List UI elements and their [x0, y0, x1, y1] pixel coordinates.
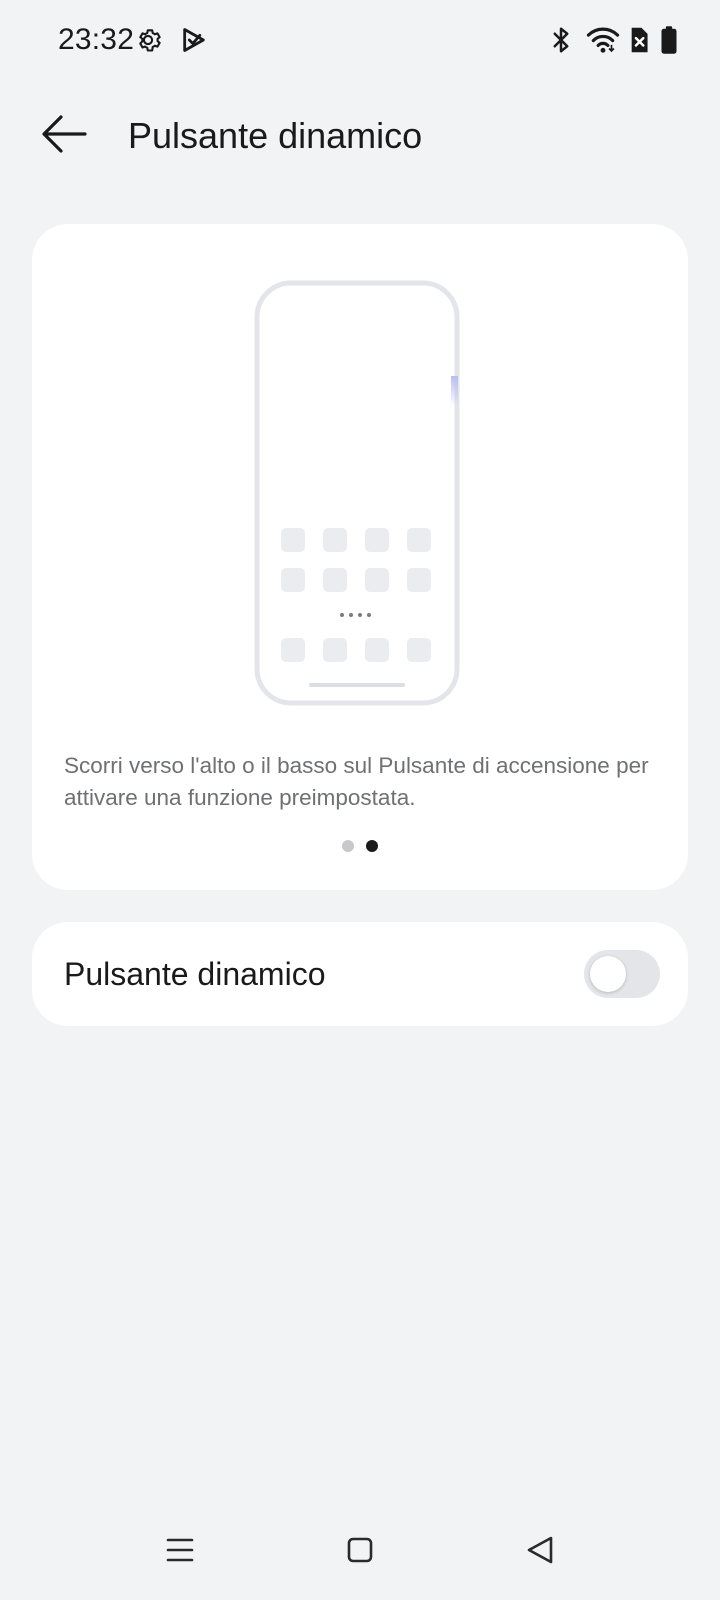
page-dot-2-active [366, 840, 378, 852]
setting-label: Pulsante dinamico [64, 956, 326, 992]
menu-icon [166, 1537, 194, 1568]
bluetooth-icon [550, 22, 572, 58]
home-icon [347, 1537, 373, 1568]
recents-button[interactable] [148, 1526, 212, 1578]
arrow-left-icon [41, 114, 87, 159]
intro-description: Scorri verso l'alto o il basso sul Pulsa… [64, 753, 649, 810]
page-dot-1 [342, 840, 354, 852]
wifi-icon [586, 22, 620, 58]
phone-illustration [254, 280, 466, 717]
back-button[interactable] [28, 104, 100, 168]
navigation-bar [0, 1512, 720, 1592]
battery-icon [660, 22, 678, 58]
page-title: Pulsante dinamico [128, 115, 423, 156]
gear-icon [134, 22, 162, 58]
status-time: 23:32 [58, 23, 135, 56]
dynamic-button-switch[interactable] [584, 950, 660, 998]
home-button[interactable] [328, 1526, 392, 1578]
dynamic-button-setting[interactable]: Pulsante dinamico [32, 922, 688, 1026]
status-bar: 23:32 [0, 0, 720, 80]
page-indicator [32, 840, 688, 852]
intro-card[interactable]: Scorri verso l'alto o il basso sul Pulsa… [32, 224, 688, 890]
app-header: Pulsante dinamico [0, 96, 720, 176]
switch-knob [590, 956, 626, 992]
back-icon [526, 1535, 554, 1570]
no-sim-icon [628, 22, 650, 58]
back-nav-button[interactable] [508, 1526, 572, 1578]
play-store-icon [180, 22, 208, 58]
